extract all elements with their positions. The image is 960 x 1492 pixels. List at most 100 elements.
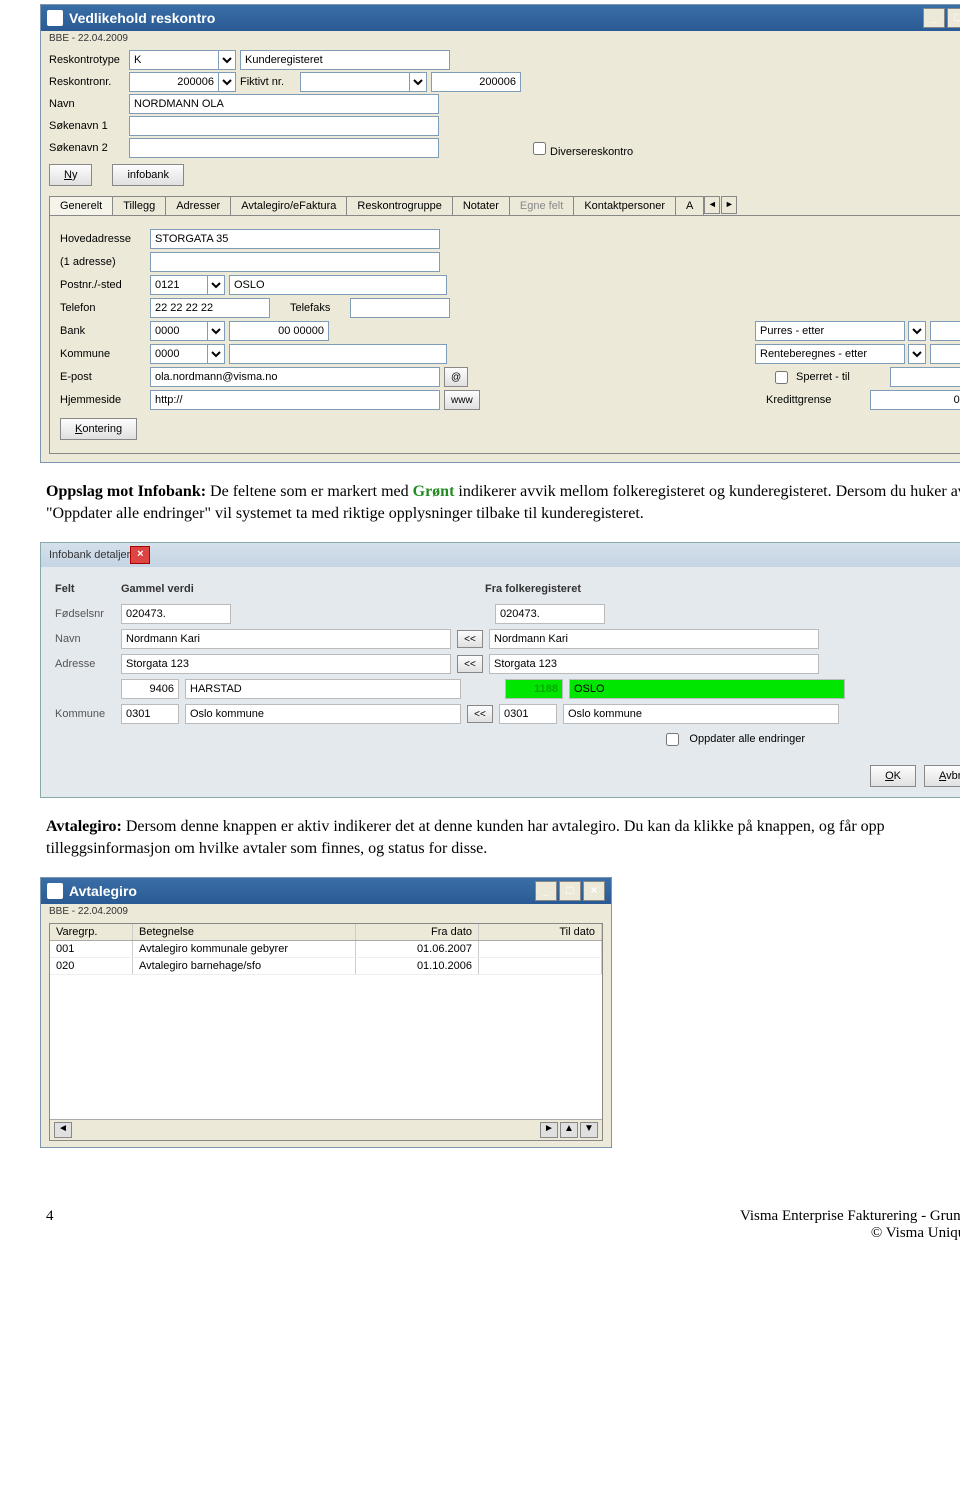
- infobank-close-button[interactable]: ×: [130, 546, 150, 564]
- av-app-icon: [47, 883, 63, 899]
- reskontrotype-code[interactable]: [129, 50, 219, 70]
- kredittgrense-input[interactable]: [870, 390, 960, 410]
- sokenavn2-input[interactable]: [129, 138, 439, 158]
- post-old-sted[interactable]: [185, 679, 461, 699]
- kommune-select[interactable]: [207, 344, 225, 364]
- hovedadresse-input[interactable]: [150, 229, 440, 249]
- epost-label: E-post: [60, 371, 150, 383]
- reskontrotype-label: Reskontrotype: [49, 54, 129, 66]
- copy-kommune-button[interactable]: <<: [467, 705, 493, 723]
- avbryt-button[interactable]: Avbryt: [924, 765, 960, 787]
- oppdater-checkbox[interactable]: [666, 733, 679, 746]
- minimize-button[interactable]: _: [923, 8, 945, 28]
- infobank-button[interactable]: infobank: [112, 164, 184, 186]
- navn-label: Navn: [49, 98, 129, 110]
- www-button[interactable]: www: [444, 390, 480, 410]
- adr-new[interactable]: [489, 654, 819, 674]
- reskontrotype-name[interactable]: [240, 50, 450, 70]
- tab-scroll-left[interactable]: ◄: [704, 196, 720, 214]
- av-scrollbar: ◄ ► ▲ ▼: [50, 1119, 602, 1140]
- col-betegnelse: Betegnelse: [133, 924, 356, 940]
- sperret-label: Sperret - til: [796, 371, 886, 383]
- navn-old[interactable]: [121, 629, 451, 649]
- rente-input[interactable]: [755, 344, 905, 364]
- ny-button[interactable]: Ny: [49, 164, 92, 186]
- kommune-name-input[interactable]: [229, 344, 447, 364]
- telefon-input[interactable]: [150, 298, 270, 318]
- tab-scroll-right[interactable]: ►: [721, 196, 737, 214]
- window-title: Vedlikehold reskontro: [69, 10, 215, 26]
- kom-old-txt[interactable]: [185, 704, 461, 724]
- kom-new-nr[interactable]: [499, 704, 557, 724]
- scroll-up-icon[interactable]: ▲: [560, 1122, 578, 1138]
- hjemmeside-input[interactable]: [150, 390, 440, 410]
- reskontronr-input[interactable]: [129, 72, 219, 92]
- tab-generelt[interactable]: Generelt: [49, 196, 113, 215]
- postnr-input[interactable]: [150, 275, 208, 295]
- postnr-select[interactable]: [207, 275, 225, 295]
- adr-old[interactable]: [121, 654, 451, 674]
- navn-input[interactable]: [129, 94, 439, 114]
- epost-input[interactable]: [150, 367, 440, 387]
- sokenavn1-input[interactable]: [129, 116, 439, 136]
- post-new-nr[interactable]: [505, 679, 563, 699]
- rente-select[interactable]: [908, 344, 926, 364]
- purres-val-input[interactable]: [930, 321, 960, 341]
- postnr-label: Postnr./-sted: [60, 279, 150, 291]
- tab-egnefelt[interactable]: Egne felt: [509, 196, 574, 215]
- oppdater-label: Oppdater alle endringer: [689, 733, 805, 745]
- poststed-input[interactable]: [229, 275, 447, 295]
- diverse-checkbox[interactable]: [533, 142, 546, 155]
- sperret-input[interactable]: [890, 367, 960, 387]
- ok-button[interactable]: OK: [870, 765, 916, 787]
- post-new-sted[interactable]: [569, 679, 845, 699]
- fod-old[interactable]: [121, 604, 231, 624]
- bank-select[interactable]: [207, 321, 225, 341]
- copy-adresse-button[interactable]: <<: [457, 655, 483, 673]
- tab-avtalegiro[interactable]: Avtalegiro/eFaktura: [230, 196, 347, 215]
- kom-new-txt[interactable]: [563, 704, 839, 724]
- table-row[interactable]: 001 Avtalegiro kommunale gebyrer 01.06.2…: [50, 941, 602, 958]
- infobank-title: Infobank detaljer: [49, 549, 130, 561]
- telefaks-input[interactable]: [350, 298, 450, 318]
- col-tildato: Til dato: [479, 924, 602, 940]
- sperret-checkbox[interactable]: [775, 371, 788, 384]
- av-minimize-button[interactable]: _: [535, 881, 557, 901]
- email-button[interactable]: @: [444, 367, 468, 387]
- purres-input[interactable]: [755, 321, 905, 341]
- bank-acct-input[interactable]: [229, 321, 329, 341]
- reskontrotype-select[interactable]: [218, 50, 236, 70]
- kommune-input[interactable]: [150, 344, 208, 364]
- scroll-right-button[interactable]: ►: [540, 1122, 558, 1138]
- av-maximize-button[interactable]: □: [559, 881, 581, 901]
- tab-notater[interactable]: Notater: [452, 196, 510, 215]
- tab-more[interactable]: A: [675, 196, 704, 215]
- scroll-left-button[interactable]: ◄: [54, 1122, 72, 1138]
- tab-tillegg[interactable]: Tillegg: [112, 196, 166, 215]
- reskontronr-select[interactable]: [218, 72, 236, 92]
- maximize-button[interactable]: □: [947, 8, 960, 28]
- col-gammel: Gammel verdi: [121, 583, 441, 595]
- enadresse-input[interactable]: [150, 252, 440, 272]
- tab-reskontrogruppe[interactable]: Reskontrogruppe: [346, 196, 452, 215]
- col-varegrp: Varegrp.: [50, 924, 133, 940]
- fiktivtnr-value[interactable]: [431, 72, 521, 92]
- kontering-button[interactable]: Kontering: [60, 418, 137, 440]
- diverse-label: Diversereskontro: [550, 146, 633, 158]
- post-old-nr[interactable]: [121, 679, 179, 699]
- table-row[interactable]: 020 Avtalegiro barnehage/sfo 01.10.2006: [50, 958, 602, 975]
- copy-navn-button[interactable]: <<: [457, 630, 483, 648]
- navn-new[interactable]: [489, 629, 819, 649]
- purres-select[interactable]: [908, 321, 926, 341]
- tab-kontaktpersoner[interactable]: Kontaktpersoner: [573, 196, 676, 215]
- fiktivtnr-select[interactable]: [409, 72, 427, 92]
- scroll-down-icon[interactable]: ▼: [580, 1122, 598, 1138]
- fod-new[interactable]: [495, 604, 605, 624]
- tab-adresser[interactable]: Adresser: [165, 196, 231, 215]
- bank-code-input[interactable]: [150, 321, 208, 341]
- rente-val-input[interactable]: [930, 344, 960, 364]
- fiktivtnr-input[interactable]: [300, 72, 410, 92]
- av-close-button[interactable]: ×: [583, 881, 605, 901]
- kom-old-nr[interactable]: [121, 704, 179, 724]
- hovedadresse-label: Hovedadresse: [60, 233, 150, 245]
